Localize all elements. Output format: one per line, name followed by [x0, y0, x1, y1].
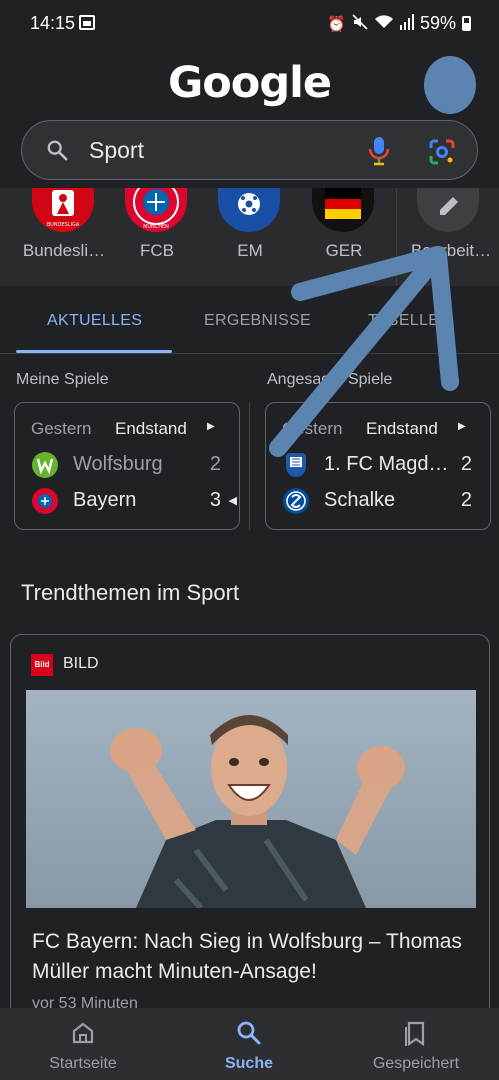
status-time: 14:15 — [30, 13, 76, 33]
game-day: Gestern — [31, 419, 92, 438]
chip-label: GER — [325, 241, 363, 260]
saved-icon — [405, 1021, 425, 1046]
winner-indicator-icon: ◀ — [228, 495, 237, 507]
svg-text:BUNDESLIGA: BUNDESLIGA — [47, 222, 80, 228]
home-icon — [72, 1022, 94, 1044]
divider — [249, 402, 250, 530]
nav-label: Startseite — [49, 1055, 117, 1072]
nav-gespeichert[interactable]: Gespeichert — [333, 1008, 499, 1080]
team-row: Wolfsburg 2 — [31, 451, 231, 479]
play-arrow-icon: ▶ — [458, 421, 466, 432]
wolfsburg-logo-icon — [32, 452, 58, 478]
gallery-notification-icon — [79, 15, 95, 30]
search-input[interactable]: Sport — [89, 137, 144, 164]
search-icon — [47, 140, 68, 161]
chip-ger[interactable]: GER — [296, 188, 392, 286]
signal-icon — [399, 13, 414, 34]
nav-label: Gespeichert — [372, 1055, 460, 1072]
tab-indicator — [16, 350, 172, 353]
topic-chips: BUNDESLIGA Bundesli… MÜNCHEN FCB EM GER … — [0, 188, 499, 286]
trending-title: Trendthemen im Sport — [21, 580, 240, 605]
featured-games-label: Angesagte Spiele — [267, 371, 393, 388]
play-arrow-icon: ▶ — [207, 421, 215, 432]
status-bar: 14:15 ⏰ 59% — [0, 0, 499, 48]
game-status: Endstand — [115, 419, 187, 438]
news-card[interactable]: Bild BILD FC Bayern: Nach Sieg in Wolfsb… — [10, 634, 490, 1024]
svg-text:MÜNCHEN: MÜNCHEN — [143, 223, 169, 230]
team-name: Schalke — [324, 489, 396, 511]
tab-ergebnisse[interactable]: ERGEBNISSE — [204, 312, 311, 330]
nav-suche[interactable]: Suche — [166, 1008, 332, 1080]
status-icons: ⏰ 59% — [327, 13, 471, 34]
news-image — [26, 690, 476, 908]
game-card[interactable]: Gestern Endstand ▶ Wolfsburg 2 Bayern 3 … — [14, 402, 240, 530]
bottom-nav: Startseite Suche Gespeichert — [0, 1008, 499, 1080]
game-card[interactable]: Gestern Endstand ▶ 1. FC Magd… 2 Schalke… — [265, 402, 491, 530]
sports-tabs: AKTUELLES ERGEBNISSE TABELLEN — [0, 288, 499, 354]
search-bar[interactable]: Sport — [21, 120, 478, 180]
fcb-logo-icon: MÜNCHEN — [125, 188, 187, 232]
battery-icon — [462, 16, 471, 31]
team-score: 3 — [209, 489, 221, 511]
game-day: Gestern — [282, 419, 343, 438]
team-row: Schalke 2 — [282, 487, 482, 515]
mute-icon — [352, 13, 368, 34]
chip-bundesliga[interactable]: BUNDESLIGA Bundesli… — [16, 188, 112, 286]
team-row: Bayern 3 ◀ — [31, 487, 237, 515]
team-row: 1. FC Magd… 2 — [282, 451, 482, 479]
mic-icon[interactable] — [368, 136, 390, 166]
game-status: Endstand — [366, 419, 438, 438]
team-name: Bayern — [73, 489, 137, 511]
battery-percent: 59% — [419, 13, 456, 33]
team-score: 2 — [460, 489, 472, 511]
schalke-logo-icon — [283, 488, 309, 514]
team-name: 1. FC Magd… — [324, 453, 449, 475]
chip-fcb[interactable]: MÜNCHEN FCB — [109, 188, 205, 286]
tab-aktuelles[interactable]: AKTUELLES — [47, 312, 142, 330]
bundesliga-logo-icon: BUNDESLIGA — [32, 188, 94, 232]
news-source: BILD — [63, 655, 99, 672]
nav-startseite[interactable]: Startseite — [0, 1008, 166, 1080]
em-logo-icon — [218, 188, 280, 232]
chip-label: Bearbeit… — [410, 241, 492, 260]
edit-icon — [417, 188, 479, 232]
header: Google Sport — [0, 48, 499, 188]
wifi-icon — [374, 14, 394, 34]
avatar[interactable] — [424, 56, 476, 114]
search-icon — [237, 1021, 261, 1045]
magdeburg-logo-icon — [286, 453, 306, 477]
team-score: 2 — [209, 453, 221, 475]
team-score: 2 — [460, 453, 472, 475]
alarm-icon: ⏰ — [327, 15, 346, 33]
my-games-label: Meine Spiele — [16, 371, 109, 388]
lens-icon[interactable] — [428, 138, 456, 166]
tab-tabellen[interactable]: TABELLEN — [368, 312, 451, 330]
team-name: Wolfsburg — [73, 453, 163, 475]
chip-em[interactable]: EM — [202, 188, 298, 286]
germany-flag-icon — [312, 188, 374, 232]
bild-logo-icon: Bild — [31, 654, 53, 676]
bayern-logo-icon — [32, 488, 58, 514]
chip-edit[interactable]: Bearbeit… — [396, 188, 499, 286]
news-headline[interactable]: FC Bayern: Nach Sieg in Wolfsburg – Thom… — [32, 927, 472, 987]
nav-label: Suche — [224, 1055, 273, 1072]
